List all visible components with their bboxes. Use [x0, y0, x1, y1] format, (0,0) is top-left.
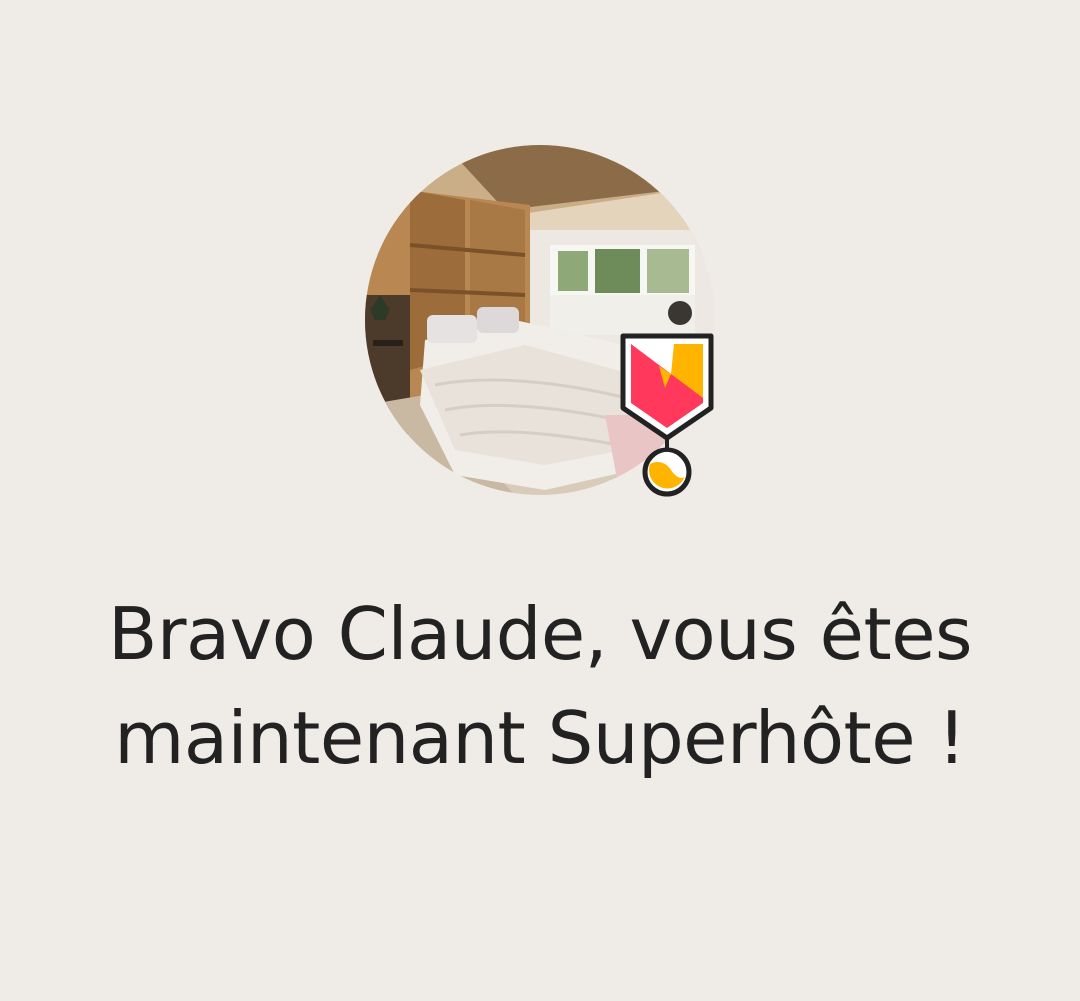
superhost-celebration-screen: Bravo Claude, vous êtes maintenant Super…	[0, 0, 1080, 1001]
superhost-congrats-headline: Bravo Claude, vous êtes maintenant Super…	[108, 592, 973, 781]
listing-avatar	[365, 145, 715, 497]
superhost-medal-icon	[619, 330, 715, 500]
